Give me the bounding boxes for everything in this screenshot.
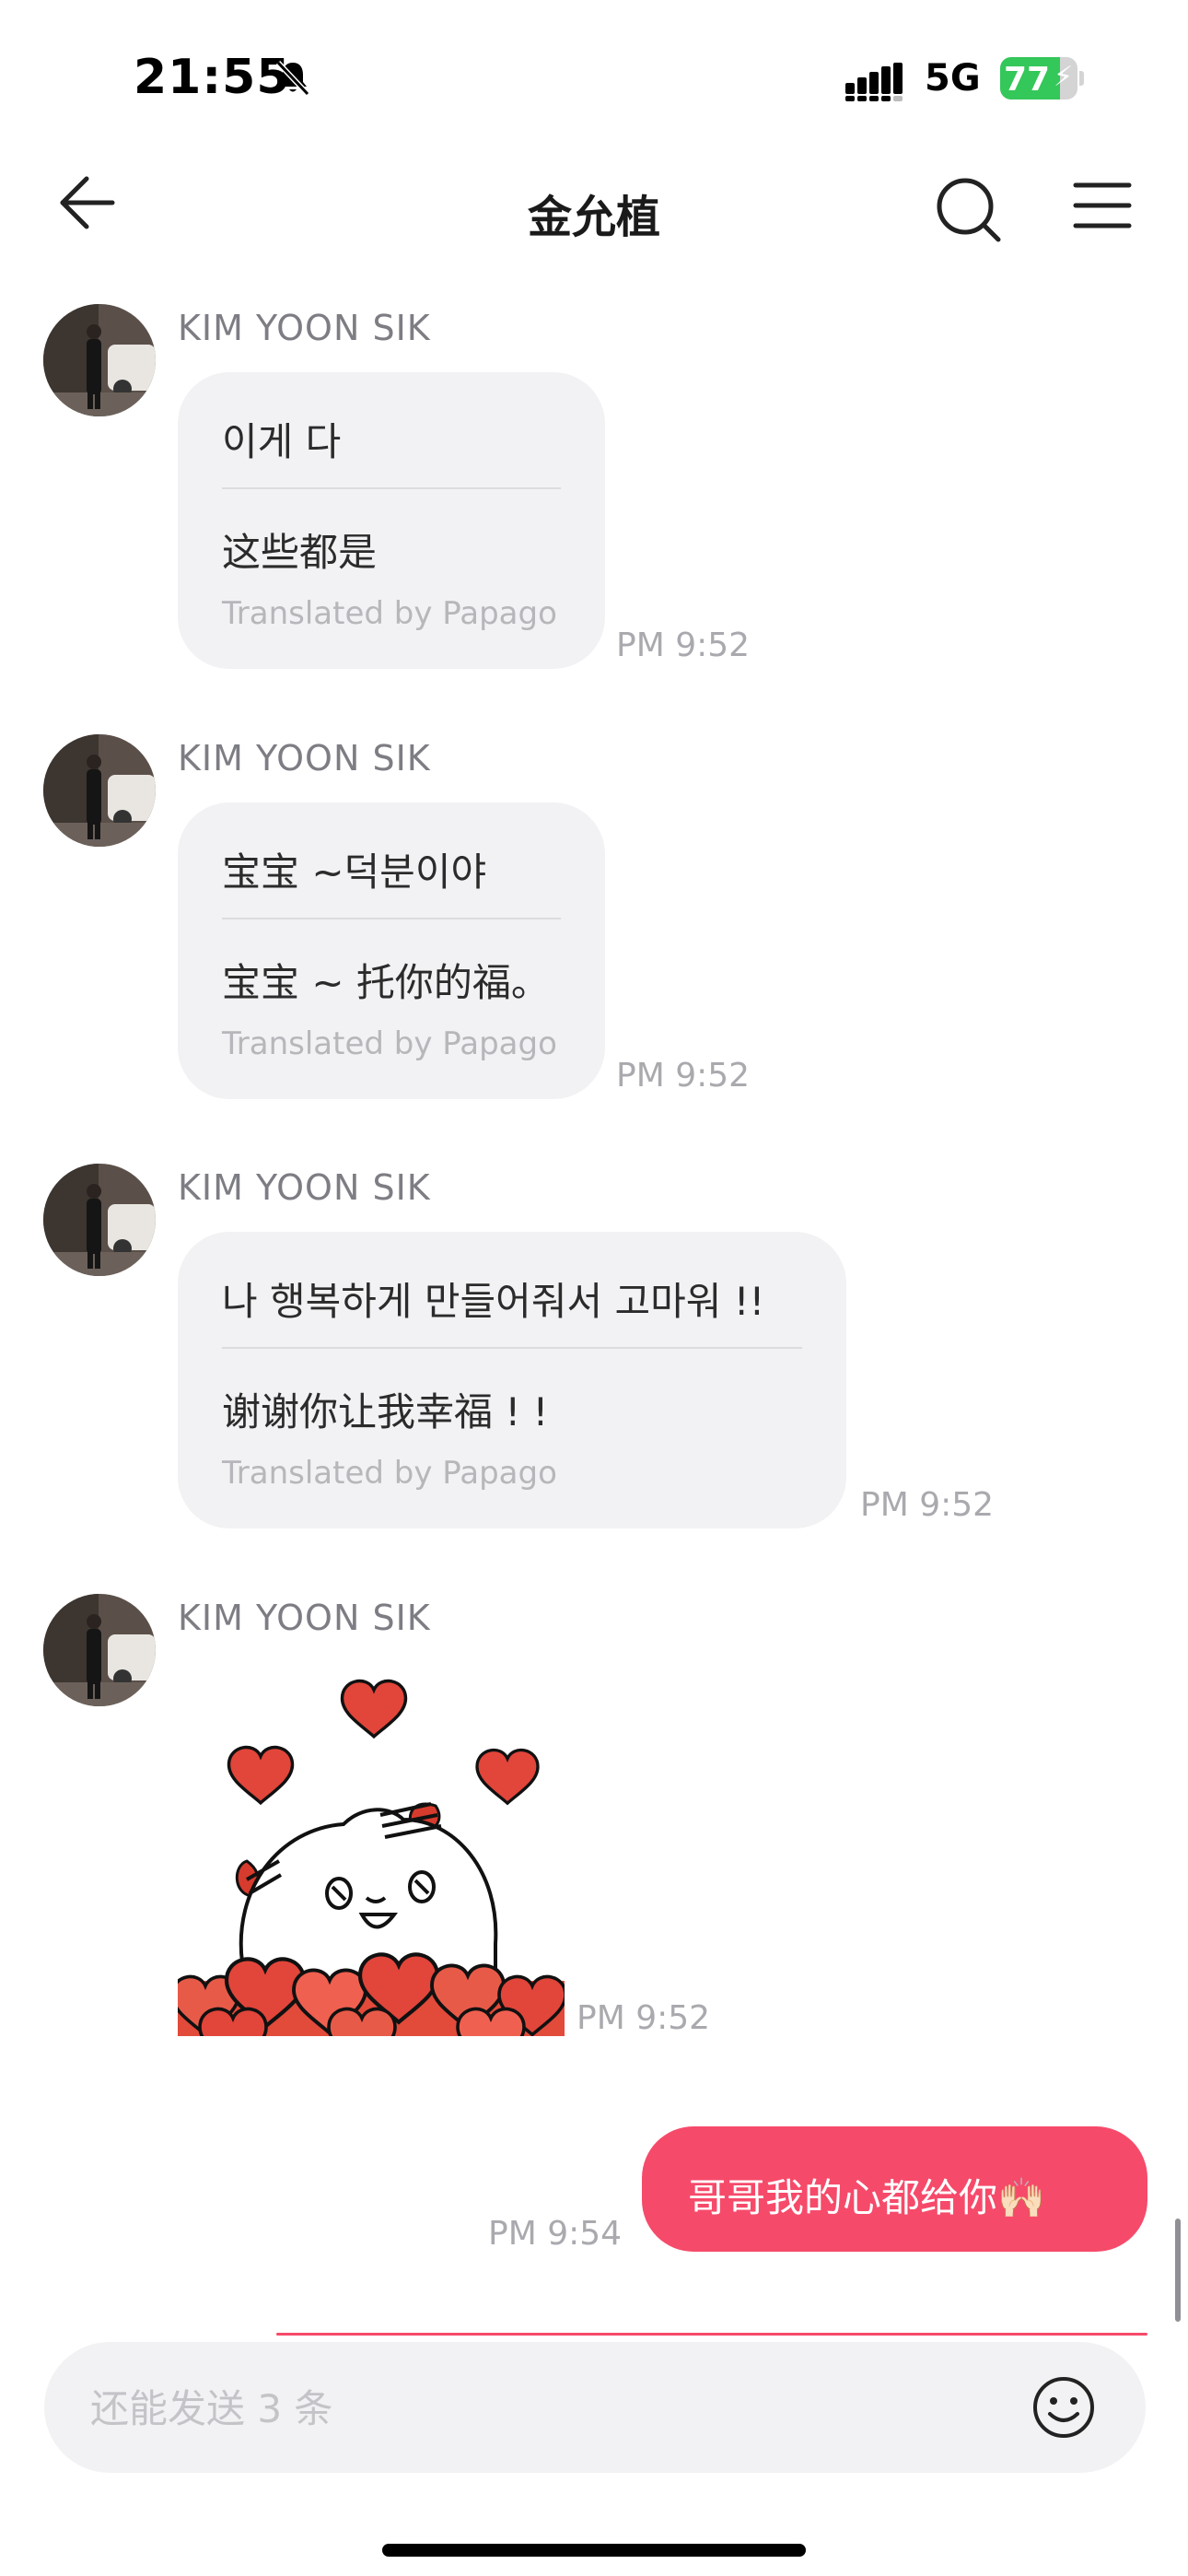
status-time: 21:55 [134, 50, 291, 105]
my-message-text: 哥哥我的心都给你🙌🏻 [688, 2167, 1045, 2223]
my-message-bubble[interactable]: 哥哥我的心都给你🙌🏻 [642, 2126, 1147, 2252]
sender-name: KIM YOON SIK [178, 1598, 431, 1638]
avatar[interactable] [43, 304, 156, 416]
battery-charging-icon: 77 ⚡ [1000, 57, 1085, 101]
menu-icon[interactable] [1072, 180, 1133, 231]
signal-icon [845, 63, 903, 101]
message-input[interactable] [88, 2375, 1013, 2441]
message-bubble[interactable]: 나 행복하게 만들어줘서 고마워 !! 谢谢你让我幸福 ! ! Translat… [178, 1232, 846, 1528]
message-time: PM 9:54 [488, 2215, 623, 2253]
translation-credit: Translated by Papago [222, 1455, 557, 1492]
partial-message-edge [276, 2333, 1147, 2336]
status-bar: 21:55 5G 77 ⚡ [0, 0, 1188, 138]
message-original: 이게 다 [222, 419, 342, 464]
message-original: 나 행복하게 만들어줘서 고마워 !! [222, 1279, 765, 1324]
my-message-label: 哥哥我的心都给你 [688, 2175, 998, 2220]
search-icon[interactable] [932, 173, 1004, 245]
divider [222, 487, 561, 489]
sender-name: KIM YOON SIK [178, 308, 431, 348]
page-title: 金允植 [527, 192, 660, 243]
avatar[interactable] [43, 1164, 156, 1276]
avatar[interactable] [43, 1594, 156, 1706]
message-original: 宝宝 ~덕분이야 [222, 849, 487, 895]
divider [222, 1347, 802, 1349]
message-bubble[interactable]: 宝宝 ~덕분이야 宝宝 ~ 托你的福。 Translated by Papago [178, 802, 605, 1099]
message-time: PM 9:52 [616, 1057, 751, 1095]
chat-header: 金允植 [0, 147, 1188, 267]
sender-name: KIM YOON SIK [178, 1167, 431, 1208]
avatar[interactable] [43, 734, 156, 847]
message-translation: 这些都是 [222, 530, 378, 575]
message-time: PM 9:52 [577, 1999, 711, 2037]
home-indicator[interactable] [382, 2544, 806, 2557]
message-time: PM 9:52 [860, 1486, 995, 1524]
sticker-rabbit-hearts[interactable] [178, 1668, 565, 2036]
battery-percent: 77 [1004, 61, 1051, 99]
message-translation: 宝宝 ~ 托你的福。 [222, 960, 550, 1005]
scrollbar[interactable] [1175, 2219, 1181, 2322]
sender-name: KIM YOON SIK [178, 738, 431, 779]
bell-muted-icon [275, 60, 310, 97]
network-type: 5G [925, 57, 981, 100]
translation-credit: Translated by Papago [222, 1025, 557, 1062]
message-translation: 谢谢你让我幸福 ! ! [222, 1389, 549, 1434]
divider [222, 918, 561, 919]
raised-hands-emoji: 🙌🏻 [997, 2175, 1046, 2220]
message-bubble[interactable]: 이게 다 这些都是 Translated by Papago [178, 372, 605, 669]
smiley-icon[interactable] [1031, 2375, 1096, 2440]
message-input-bar [44, 2342, 1146, 2473]
message-time: PM 9:52 [616, 626, 751, 664]
translation-credit: Translated by Papago [222, 595, 557, 632]
